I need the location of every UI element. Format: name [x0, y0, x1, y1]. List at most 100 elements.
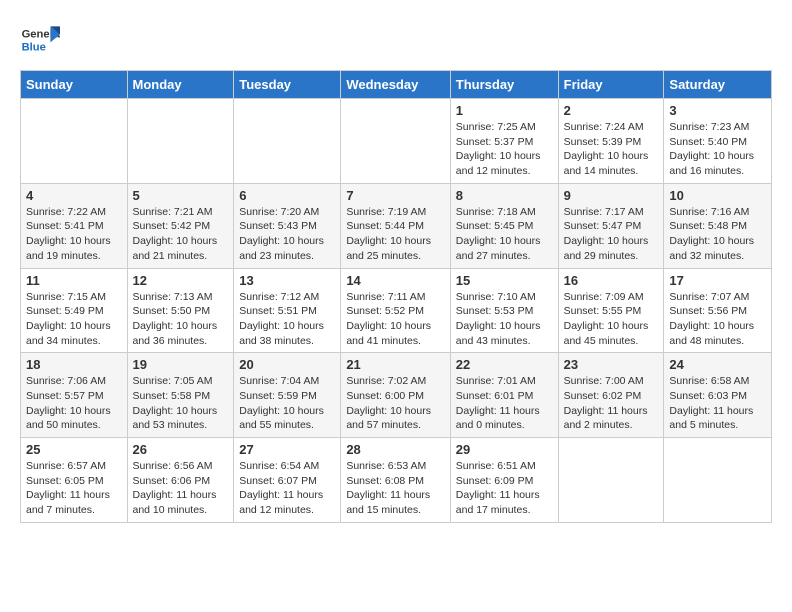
day-info: Sunrise: 6:53 AM Sunset: 6:08 PM Dayligh… [346, 459, 444, 518]
day-number: 3 [669, 103, 766, 118]
day-number: 9 [564, 188, 659, 203]
logo: General Blue [20, 20, 64, 60]
day-info: Sunrise: 7:13 AM Sunset: 5:50 PM Dayligh… [133, 290, 229, 349]
day-number: 19 [133, 357, 229, 372]
day-number: 7 [346, 188, 444, 203]
day-cell: 25Sunrise: 6:57 AM Sunset: 6:05 PM Dayli… [21, 438, 128, 523]
day-number: 8 [456, 188, 553, 203]
day-cell [127, 99, 234, 184]
day-info: Sunrise: 7:06 AM Sunset: 5:57 PM Dayligh… [26, 374, 122, 433]
day-cell: 22 Sunrise: 7:01 AM Sunset: 6:01 PM Dayli… [450, 353, 558, 438]
logo-icon: General Blue [20, 20, 60, 60]
day-info: Sunrise: 7:22 AM Sunset: 5:41 PM Dayligh… [26, 205, 122, 264]
day-info: Sunrise: 7:15 AM Sunset: 5:49 PM Dayligh… [26, 290, 122, 349]
svg-text:Blue: Blue [22, 41, 46, 53]
day-cell: 13Sunrise: 7:12 AM Sunset: 5:51 PM Dayli… [234, 268, 341, 353]
day-number: 15 [456, 273, 553, 288]
day-info: Sunrise: 6:58 AM Sunset: 6:03 PM Dayligh… [669, 374, 766, 433]
day-number: 16 [564, 273, 659, 288]
day-info: Sunrise: 7:19 AM Sunset: 5:44 PM Dayligh… [346, 205, 444, 264]
day-number: 22 [456, 357, 553, 372]
day-cell: 15 Sunrise: 7:10 AM Sunset: 5:53 PM Dayli… [450, 268, 558, 353]
day-cell [21, 99, 128, 184]
day-info: Sunrise: 7:07 AM Sunset: 5:56 PM Dayligh… [669, 290, 766, 349]
day-number: 18 [26, 357, 122, 372]
day-info: Sunrise: 7:05 AM Sunset: 5:58 PM Dayligh… [133, 374, 229, 433]
day-info: Sunrise: 7:02 AM Sunset: 6:00 PM Dayligh… [346, 374, 444, 433]
day-number: 2 [564, 103, 659, 118]
weekday-header-thursday: Thursday [450, 71, 558, 99]
day-cell: 28 Sunrise: 6:53 AM Sunset: 6:08 PM Dayli… [341, 438, 450, 523]
day-number: 12 [133, 273, 229, 288]
weekday-header-sunday: Sunday [21, 71, 128, 99]
day-cell: 16 Sunrise: 7:09 AM Sunset: 5:55 PM Dayli… [558, 268, 664, 353]
day-info: Sunrise: 7:24 AM Sunset: 5:39 PM Dayligh… [564, 120, 659, 179]
day-number: 5 [133, 188, 229, 203]
day-info: Sunrise: 7:11 AM Sunset: 5:52 PM Dayligh… [346, 290, 444, 349]
day-cell: 12 Sunrise: 7:13 AM Sunset: 5:50 PM Dayli… [127, 268, 234, 353]
day-info: Sunrise: 7:23 AM Sunset: 5:40 PM Dayligh… [669, 120, 766, 179]
day-info: Sunrise: 7:21 AM Sunset: 5:42 PM Dayligh… [133, 205, 229, 264]
day-info: Sunrise: 7:01 AM Sunset: 6:01 PM Dayligh… [456, 374, 553, 433]
weekday-header-friday: Friday [558, 71, 664, 99]
day-number: 29 [456, 442, 553, 457]
day-cell: 24 Sunrise: 6:58 AM Sunset: 6:03 PM Dayli… [664, 353, 772, 438]
day-info: Sunrise: 7:25 AM Sunset: 5:37 PM Dayligh… [456, 120, 553, 179]
day-number: 26 [133, 442, 229, 457]
day-number: 24 [669, 357, 766, 372]
day-cell: 17 Sunrise: 7:07 AM Sunset: 5:56 PM Dayli… [664, 268, 772, 353]
day-number: 4 [26, 188, 122, 203]
day-info: Sunrise: 6:51 AM Sunset: 6:09 PM Dayligh… [456, 459, 553, 518]
day-number: 11 [26, 273, 122, 288]
day-cell [234, 99, 341, 184]
day-cell: 8Sunrise: 7:18 AM Sunset: 5:45 PM Daylig… [450, 183, 558, 268]
day-cell: 29 Sunrise: 6:51 AM Sunset: 6:09 PM Dayli… [450, 438, 558, 523]
day-number: 17 [669, 273, 766, 288]
day-cell: 20 Sunrise: 7:04 AM Sunset: 5:59 PM Dayli… [234, 353, 341, 438]
day-cell: 7 Sunrise: 7:19 AM Sunset: 5:44 PM Daylig… [341, 183, 450, 268]
day-number: 20 [239, 357, 335, 372]
week-row-4: 18 Sunrise: 7:06 AM Sunset: 5:57 PM Dayli… [21, 353, 772, 438]
day-number: 27 [239, 442, 335, 457]
day-cell: 18 Sunrise: 7:06 AM Sunset: 5:57 PM Dayli… [21, 353, 128, 438]
day-cell: 26 Sunrise: 6:56 AM Sunset: 6:06 PM Dayli… [127, 438, 234, 523]
day-cell: 14 Sunrise: 7:11 AM Sunset: 5:52 PM Dayli… [341, 268, 450, 353]
day-cell: 4 Sunrise: 7:22 AM Sunset: 5:41 PM Daylig… [21, 183, 128, 268]
day-info: Sunrise: 7:09 AM Sunset: 5:55 PM Dayligh… [564, 290, 659, 349]
day-number: 10 [669, 188, 766, 203]
day-number: 21 [346, 357, 444, 372]
day-number: 13 [239, 273, 335, 288]
day-info: Sunrise: 6:56 AM Sunset: 6:06 PM Dayligh… [133, 459, 229, 518]
day-cell: 19 Sunrise: 7:05 AM Sunset: 5:58 PM Dayli… [127, 353, 234, 438]
day-info: Sunrise: 7:10 AM Sunset: 5:53 PM Dayligh… [456, 290, 553, 349]
day-number: 14 [346, 273, 444, 288]
week-row-1: 1 Sunrise: 7:25 AM Sunset: 5:37 PM Daylig… [21, 99, 772, 184]
day-info: Sunrise: 7:20 AM Sunset: 5:43 PM Dayligh… [239, 205, 335, 264]
day-cell: 6 Sunrise: 7:20 AM Sunset: 5:43 PM Daylig… [234, 183, 341, 268]
week-row-2: 4 Sunrise: 7:22 AM Sunset: 5:41 PM Daylig… [21, 183, 772, 268]
day-cell: 27 Sunrise: 6:54 AM Sunset: 6:07 PM Dayli… [234, 438, 341, 523]
day-info: Sunrise: 7:16 AM Sunset: 5:48 PM Dayligh… [669, 205, 766, 264]
day-info: Sunrise: 6:54 AM Sunset: 6:07 PM Dayligh… [239, 459, 335, 518]
day-cell: 5 Sunrise: 7:21 AM Sunset: 5:42 PM Daylig… [127, 183, 234, 268]
day-info: Sunrise: 7:04 AM Sunset: 5:59 PM Dayligh… [239, 374, 335, 433]
day-cell: 9 Sunrise: 7:17 AM Sunset: 5:47 PM Daylig… [558, 183, 664, 268]
day-cell: 2 Sunrise: 7:24 AM Sunset: 5:39 PM Daylig… [558, 99, 664, 184]
day-cell: 23 Sunrise: 7:00 AM Sunset: 6:02 PM Dayli… [558, 353, 664, 438]
day-cell: 1 Sunrise: 7:25 AM Sunset: 5:37 PM Daylig… [450, 99, 558, 184]
day-number: 23 [564, 357, 659, 372]
day-info: Sunrise: 7:00 AM Sunset: 6:02 PM Dayligh… [564, 374, 659, 433]
page-header: General Blue [20, 20, 772, 60]
week-row-5: 25Sunrise: 6:57 AM Sunset: 6:05 PM Dayli… [21, 438, 772, 523]
day-info: Sunrise: 7:17 AM Sunset: 5:47 PM Dayligh… [564, 205, 659, 264]
weekday-header-tuesday: Tuesday [234, 71, 341, 99]
day-cell: 11 Sunrise: 7:15 AM Sunset: 5:49 PM Dayli… [21, 268, 128, 353]
weekday-header-wednesday: Wednesday [341, 71, 450, 99]
weekday-header-saturday: Saturday [664, 71, 772, 99]
day-number: 1 [456, 103, 553, 118]
day-cell: 3 Sunrise: 7:23 AM Sunset: 5:40 PM Daylig… [664, 99, 772, 184]
day-number: 28 [346, 442, 444, 457]
day-info: Sunrise: 6:57 AM Sunset: 6:05 PM Dayligh… [26, 459, 122, 518]
day-cell [341, 99, 450, 184]
day-number: 6 [239, 188, 335, 203]
